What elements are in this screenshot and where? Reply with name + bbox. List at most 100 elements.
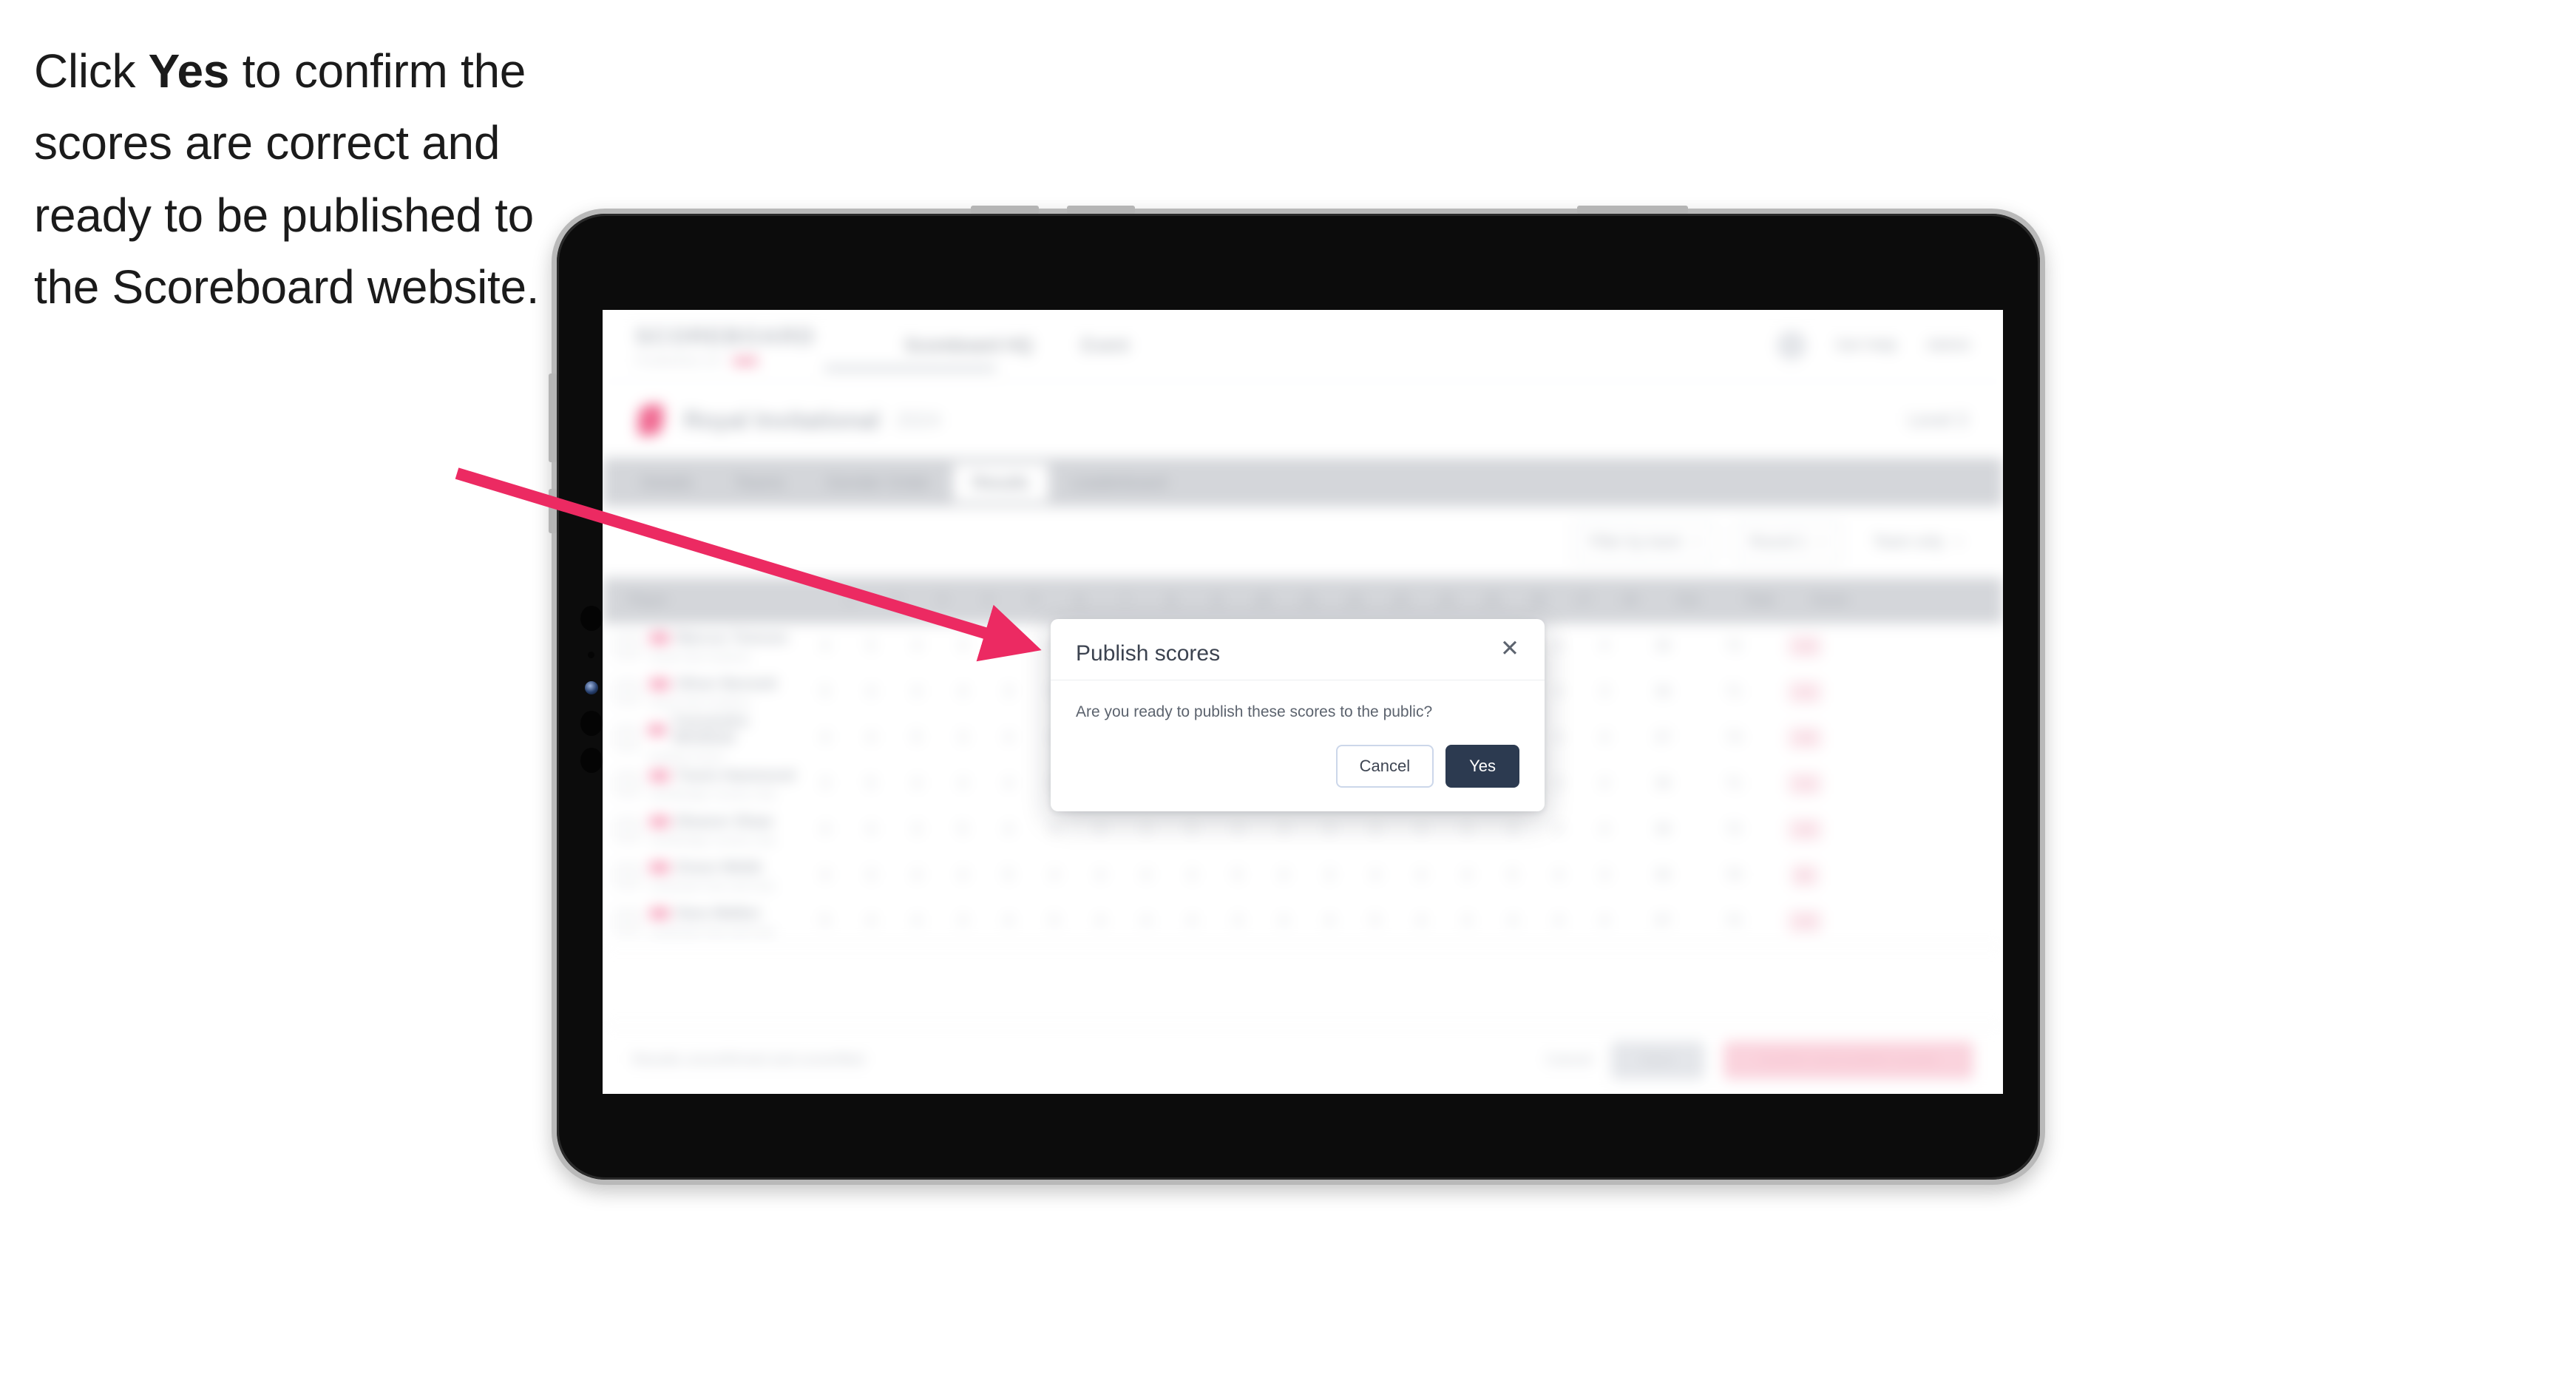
confirm-publish-button[interactable]: Confirm and publish scores (1723, 1041, 1973, 1079)
score-cell-hole-13[interactable]: 4 (1352, 868, 1398, 884)
score-cell-hole-5[interactable]: 4 (986, 638, 1031, 655)
table-row[interactable]: Grace Webb Southvale Park Golf Club 4 3 4 4 5 4… (603, 853, 2003, 899)
cancel-link[interactable]: Cancel (1546, 1052, 1592, 1069)
close-icon[interactable]: ✕ (1500, 637, 1519, 660)
score-cell-hole-4[interactable]: 3 (940, 638, 986, 655)
score-cell-hole-17[interactable]: 4 (1536, 822, 1582, 838)
score-cell-hole-9[interactable]: 3 (1169, 868, 1215, 884)
tab-details[interactable]: Details (622, 464, 712, 501)
power-button[interactable] (1577, 206, 1688, 214)
score-cell-hole-4[interactable]: 3 (940, 730, 986, 746)
score-cell-hole-15[interactable]: 4 (1444, 868, 1490, 884)
score-cell-hole-18[interactable]: 4 (1582, 913, 1627, 930)
score-cell-hole-12[interactable]: 3 (1306, 868, 1352, 884)
score-cell-hole-18[interactable]: 4 (1582, 730, 1627, 746)
score-cell-hole-1[interactable]: 4 (802, 730, 848, 746)
team-only-dropdown[interactable]: Team only ▾ (1858, 524, 1976, 561)
score-cell-hole-3[interactable]: 3 (894, 822, 940, 838)
score-cell-hole-1[interactable]: 4 (802, 638, 848, 655)
score-cell-hole-7[interactable]: 4 (1077, 868, 1123, 884)
score-cell-hole-2[interactable]: 4 (848, 730, 894, 746)
score-cell-hole-7[interactable]: 4 (1077, 822, 1123, 838)
score-cell-hole-3[interactable]: 4 (894, 776, 940, 792)
score-cell-hole-1[interactable]: 5 (802, 684, 848, 700)
tab-gender-order[interactable]: Gender Order (807, 464, 950, 501)
score-cell-hole-4[interactable]: 4 (940, 868, 986, 884)
row-checkbox[interactable] (616, 726, 638, 750)
table-row[interactable]: Dara Walker Southvale Park Golf Club 5 4 4 3 4… (603, 899, 2003, 945)
score-cell-hole-11[interactable]: 4 (1261, 913, 1306, 930)
round-dropdown[interactable]: Round 1 ▾ (1732, 522, 1843, 562)
score-cell-hole-16[interactable]: 4 (1490, 822, 1536, 838)
score-cell-hole-3[interactable]: 4 (894, 868, 940, 884)
score-cell-hole-18[interactable]: 4 (1582, 822, 1627, 838)
score-cell-hole-5[interactable]: 4 (986, 730, 1031, 746)
score-cell-hole-1[interactable]: 4 (802, 822, 848, 838)
score-cell-hole-3[interactable]: 4 (894, 913, 940, 930)
score-cell-hole-14[interactable]: 4 (1398, 868, 1444, 884)
nav-get-help[interactable]: Get Help (1836, 337, 1897, 354)
score-cell-hole-3[interactable]: 4 (894, 684, 940, 700)
score-cell-hole-15[interactable]: 5 (1444, 822, 1490, 838)
score-cell-hole-9[interactable]: 5 (1169, 822, 1215, 838)
score-cell-hole-6[interactable]: 4 (1031, 822, 1077, 838)
modal-yes-button[interactable]: Yes (1445, 745, 1519, 788)
score-cell-hole-13[interactable]: 5 (1352, 913, 1398, 930)
score-cell-hole-5[interactable]: 3 (986, 684, 1031, 700)
tab-teams[interactable]: Teams (715, 464, 804, 501)
score-cell-hole-17[interactable]: 4 (1536, 913, 1582, 930)
score-cell-hole-4[interactable]: 4 (940, 776, 986, 792)
volume-up-button[interactable] (971, 206, 1039, 214)
score-cell-hole-5[interactable]: 5 (986, 868, 1031, 884)
tab-leaderboard[interactable]: Leaderboard (1051, 464, 1186, 501)
score-cell-hole-5[interactable]: 4 (986, 822, 1031, 838)
score-cell-hole-8[interactable]: 4 (1123, 913, 1169, 930)
nav-link-event[interactable]: Event (1082, 335, 1129, 356)
score-cell-hole-18[interactable]: 3 (1582, 684, 1627, 700)
score-cell-hole-18[interactable]: 4 (1582, 776, 1627, 792)
score-cell-hole-12[interactable]: 4 (1306, 822, 1352, 838)
score-cell-hole-10[interactable]: 3 (1215, 913, 1261, 930)
score-cell-hole-2[interactable]: 5 (848, 638, 894, 655)
score-cell-hole-16[interactable]: 4 (1490, 913, 1536, 930)
score-cell-hole-5[interactable]: 4 (986, 913, 1031, 930)
score-cell-hole-1[interactable]: 4 (802, 868, 848, 884)
score-cell-hole-16[interactable]: 5 (1490, 868, 1536, 884)
volume-down-button[interactable] (1067, 206, 1135, 214)
score-cell-hole-4[interactable]: 5 (940, 822, 986, 838)
nav-admin[interactable]: Admin (1926, 337, 1970, 354)
score-cell-hole-9[interactable]: 4 (1169, 913, 1215, 930)
score-cell-hole-2[interactable]: 5 (848, 776, 894, 792)
score-cell-hole-8[interactable]: 3 (1123, 822, 1169, 838)
score-cell-hole-12[interactable]: 4 (1306, 913, 1352, 930)
score-cell-hole-2[interactable]: 3 (848, 868, 894, 884)
save-button[interactable]: Save (1611, 1041, 1704, 1079)
score-cell-hole-15[interactable]: 3 (1444, 913, 1490, 930)
score-cell-hole-6[interactable]: 5 (1031, 913, 1077, 930)
score-cell-hole-8[interactable]: 4 (1123, 868, 1169, 884)
modal-cancel-button[interactable]: Cancel (1335, 745, 1434, 788)
score-cell-hole-3[interactable]: 4 (894, 638, 940, 655)
score-cell-hole-3[interactable]: 5 (894, 730, 940, 746)
table-row[interactable]: Eleanor Shaw Northbridge Country Club 4 4 3 5… (603, 807, 2003, 853)
score-cell-hole-11[interactable]: 4 (1261, 822, 1306, 838)
tab-results[interactable]: Results (952, 463, 1048, 501)
row-checkbox[interactable] (616, 772, 640, 796)
score-cell-hole-4[interactable]: 4 (940, 684, 986, 700)
row-checkbox[interactable] (616, 635, 640, 658)
avatar[interactable] (1776, 331, 1806, 360)
score-cell-hole-2[interactable]: 4 (848, 684, 894, 700)
nav-link-scoreboard-hq[interactable]: Scoreboard HQ (904, 335, 1033, 356)
score-cell-hole-18[interactable]: 4 (1582, 638, 1627, 655)
row-checkbox[interactable] (616, 864, 640, 888)
row-checkbox[interactable] (616, 680, 640, 704)
score-cell-hole-11[interactable]: 4 (1261, 868, 1306, 884)
score-cell-hole-10[interactable]: 4 (1215, 822, 1261, 838)
score-cell-hole-18[interactable]: 3 (1582, 868, 1627, 884)
score-cell-hole-2[interactable]: 4 (848, 822, 894, 838)
score-cell-hole-13[interactable]: 3 (1352, 822, 1398, 838)
score-cell-hole-4[interactable]: 3 (940, 913, 986, 930)
score-cell-hole-1[interactable]: 5 (802, 913, 848, 930)
score-cell-hole-10[interactable]: 5 (1215, 868, 1261, 884)
score-cell-hole-14[interactable]: 4 (1398, 913, 1444, 930)
